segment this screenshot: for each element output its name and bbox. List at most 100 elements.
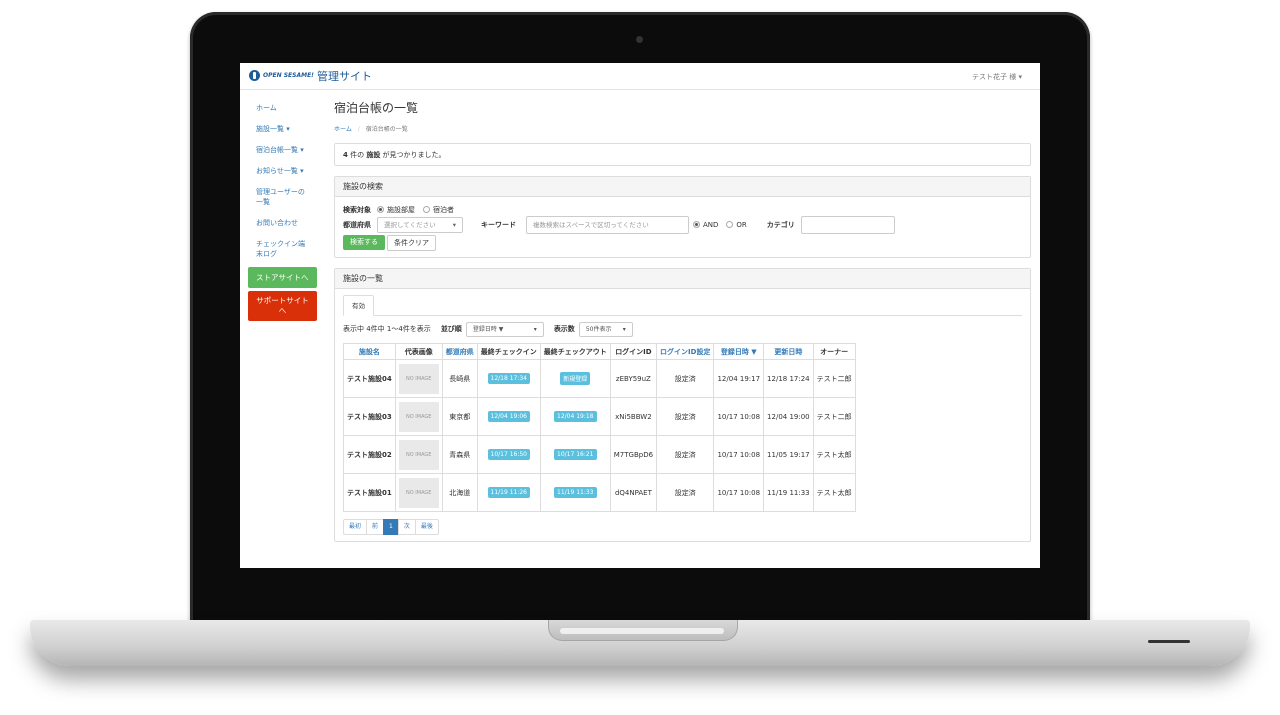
webcam-icon bbox=[636, 36, 643, 43]
last-checkout-badge: 12/04 19:18 bbox=[554, 411, 597, 422]
last-checkin-cell: 11/19 11:26 bbox=[476, 473, 541, 512]
radio-facility-room-label[interactable]: 施設部屋 bbox=[387, 205, 415, 215]
column-header-login-setting[interactable]: ログインID設定 bbox=[656, 343, 715, 360]
page-first[interactable]: 最初 bbox=[343, 519, 368, 535]
tab-active[interactable]: 有効 bbox=[343, 295, 374, 316]
owner: テスト二郎 bbox=[812, 397, 856, 436]
perpage-select-value: 50件表示 bbox=[585, 325, 612, 333]
table-row[interactable]: テスト施設02 NO IMAGE 青森県 10/17 16:50 10/17 1… bbox=[343, 435, 856, 474]
showing-text: 表示中 4件中 1〜4件を表示 bbox=[343, 325, 431, 333]
radio-and[interactable] bbox=[693, 221, 700, 228]
breadcrumb: ホーム / 宿泊台帳の一覧 bbox=[334, 124, 1031, 133]
site-title[interactable]: 管理サイト bbox=[317, 68, 372, 84]
perpage-label: 表示数 bbox=[553, 325, 575, 333]
category-input[interactable] bbox=[800, 215, 895, 234]
result-facility: 施設 bbox=[366, 151, 381, 159]
sidebar-item-admin-users[interactable]: 管理ユーザーの一覧 bbox=[248, 183, 318, 211]
radio-and-label[interactable]: AND bbox=[703, 221, 718, 229]
owner: テスト太郎 bbox=[812, 435, 856, 474]
no-image-placeholder: NO IMAGE bbox=[398, 363, 439, 394]
prefecture-select[interactable]: 選択してください ▾ bbox=[377, 216, 463, 233]
login-id: xNi5BBW2 bbox=[609, 397, 658, 436]
chevron-down-icon: ▾ bbox=[622, 325, 626, 333]
last-checkout-cell: 11/19 11:33 bbox=[539, 473, 611, 512]
radio-or[interactable] bbox=[726, 221, 734, 228]
facility-image: NO IMAGE bbox=[394, 435, 443, 474]
top-navbar: OPEN SESAME! 管理サイト テスト花子 様 ▾ bbox=[240, 63, 1040, 90]
category-label: カテゴリ bbox=[766, 220, 795, 229]
facility-image: NO IMAGE bbox=[394, 473, 443, 512]
sidebar-item-registers[interactable]: 宿泊台帳一覧 ▾ bbox=[248, 141, 318, 159]
created-at: 10/17 10:08 bbox=[713, 473, 765, 512]
last-checkin-badge: 12/04 19:06 bbox=[487, 411, 530, 422]
table-row[interactable]: テスト施設01 NO IMAGE 北海道 11/19 11:26 11/19 1… bbox=[343, 473, 856, 512]
store-site-button[interactable]: ストアサイトへ bbox=[248, 267, 317, 288]
main-content: 宿泊台帳の一覧 ホーム / 宿泊台帳の一覧 4 件の 施設 が見つかりました。 … bbox=[334, 97, 1031, 542]
column-header-login-id: ログインID bbox=[609, 343, 658, 360]
search-panel: 施設の検索 検索対象 施設部屋 宿泊者 都道府県 選択してください ▾ キーワード… bbox=[334, 176, 1031, 258]
facility-name[interactable]: テスト施設04 bbox=[343, 359, 396, 398]
login-setting: 設定済 bbox=[656, 397, 715, 436]
table-row[interactable]: テスト施設03 NO IMAGE 東京都 12/04 19:06 12/04 1… bbox=[343, 397, 856, 436]
facility-table: 施設名 代表画像 都道府県 最終チェックイン 最終チェックアウト ログインID … bbox=[343, 343, 856, 512]
column-header-name[interactable]: 施設名 bbox=[343, 343, 396, 360]
radio-guest-label[interactable]: 宿泊者 bbox=[433, 205, 454, 215]
last-checkout-badge: 10/17 16:21 bbox=[554, 449, 597, 460]
page-current[interactable]: 1 bbox=[383, 519, 399, 535]
support-site-button[interactable]: サポートサイトへ bbox=[248, 291, 317, 321]
radio-or-label[interactable]: OR bbox=[736, 221, 746, 229]
radio-facility-room[interactable] bbox=[377, 206, 384, 213]
created-at: 12/04 19:17 bbox=[713, 359, 765, 398]
pagination: 最初 前 1 次 最後 bbox=[343, 519, 1022, 535]
chevron-down-icon: ▾ bbox=[452, 220, 456, 229]
updated-at: 12/18 17:24 bbox=[763, 359, 814, 398]
sidebar-item-home[interactable]: ホーム bbox=[248, 99, 318, 117]
no-image-placeholder: NO IMAGE bbox=[398, 401, 439, 432]
keyword-input[interactable]: 複数検索はスペースで区切ってください bbox=[526, 215, 689, 234]
search-button[interactable]: 検索する bbox=[343, 235, 385, 250]
sidebar-item-facilities[interactable]: 施設一覧 ▾ bbox=[248, 120, 318, 138]
page-next[interactable]: 次 bbox=[397, 519, 416, 535]
perpage-select[interactable]: 50件表示 ▾ bbox=[578, 321, 633, 337]
no-image-placeholder: NO IMAGE bbox=[398, 477, 439, 508]
column-header-image: 代表画像 bbox=[394, 343, 443, 360]
login-id: M7TGBpD6 bbox=[609, 435, 658, 474]
sidebar-item-checkin-log[interactable]: チェックイン端末ログ bbox=[248, 235, 318, 263]
logo-text[interactable]: OPEN SESAME! bbox=[263, 72, 314, 79]
owner: テスト太郎 bbox=[812, 473, 856, 512]
facility-name[interactable]: テスト施設03 bbox=[343, 397, 396, 436]
facility-name[interactable]: テスト施設01 bbox=[343, 473, 396, 512]
open-sesame-logo-icon[interactable] bbox=[249, 70, 260, 81]
list-panel-heading: 施設の一覧 bbox=[335, 269, 1030, 289]
column-header-prefecture[interactable]: 都道府県 bbox=[441, 343, 478, 360]
created-at: 10/17 10:08 bbox=[713, 435, 765, 474]
facility-name[interactable]: テスト施設02 bbox=[343, 435, 396, 474]
list-controls: 表示中 4件中 1〜4件を表示 並び順 登録日時 ▼ ▾ 表示数 50件表示 ▾ bbox=[343, 321, 1022, 337]
sort-select[interactable]: 登録日時 ▼ ▾ bbox=[465, 321, 544, 337]
updated-at: 11/05 19:17 bbox=[763, 435, 814, 474]
search-target-label: 検索対象 bbox=[343, 205, 371, 214]
result-text-1: 件の bbox=[347, 151, 367, 159]
table-row[interactable]: テスト施設04 NO IMAGE 長崎県 12/18 17:34 新規登録 zE… bbox=[343, 359, 856, 398]
sidebar-item-contact[interactable]: お問い合わせ bbox=[248, 214, 318, 232]
column-header-owner: オーナー bbox=[812, 343, 856, 360]
laptop-indicator bbox=[1148, 640, 1190, 643]
clear-button[interactable]: 条件クリア bbox=[387, 234, 436, 251]
no-image-placeholder: NO IMAGE bbox=[398, 439, 439, 470]
facility-prefecture: 長崎県 bbox=[441, 359, 478, 398]
page-prev[interactable]: 前 bbox=[366, 519, 385, 535]
updated-at: 11/19 11:33 bbox=[763, 473, 814, 512]
created-at: 10/17 10:08 bbox=[713, 397, 765, 436]
breadcrumb-home[interactable]: ホーム bbox=[334, 126, 352, 133]
last-checkin-cell: 12/04 19:06 bbox=[476, 397, 541, 436]
last-checkout-badge: 11/19 11:33 bbox=[554, 487, 597, 498]
login-id: dQ4NPAET bbox=[609, 473, 658, 512]
sidebar-item-notices[interactable]: お知らせ一覧 ▾ bbox=[248, 162, 318, 180]
login-setting: 設定済 bbox=[656, 435, 715, 474]
user-menu[interactable]: テスト花子 様 ▾ bbox=[972, 72, 1022, 82]
column-header-updated[interactable]: 更新日時 bbox=[763, 343, 814, 360]
radio-guest[interactable] bbox=[423, 206, 430, 213]
screen: OPEN SESAME! 管理サイト テスト花子 様 ▾ ホーム 施設一覧 ▾ … bbox=[240, 63, 1040, 568]
column-header-created[interactable]: 登録日時 ▼ bbox=[713, 343, 765, 360]
page-last[interactable]: 最後 bbox=[414, 519, 439, 535]
